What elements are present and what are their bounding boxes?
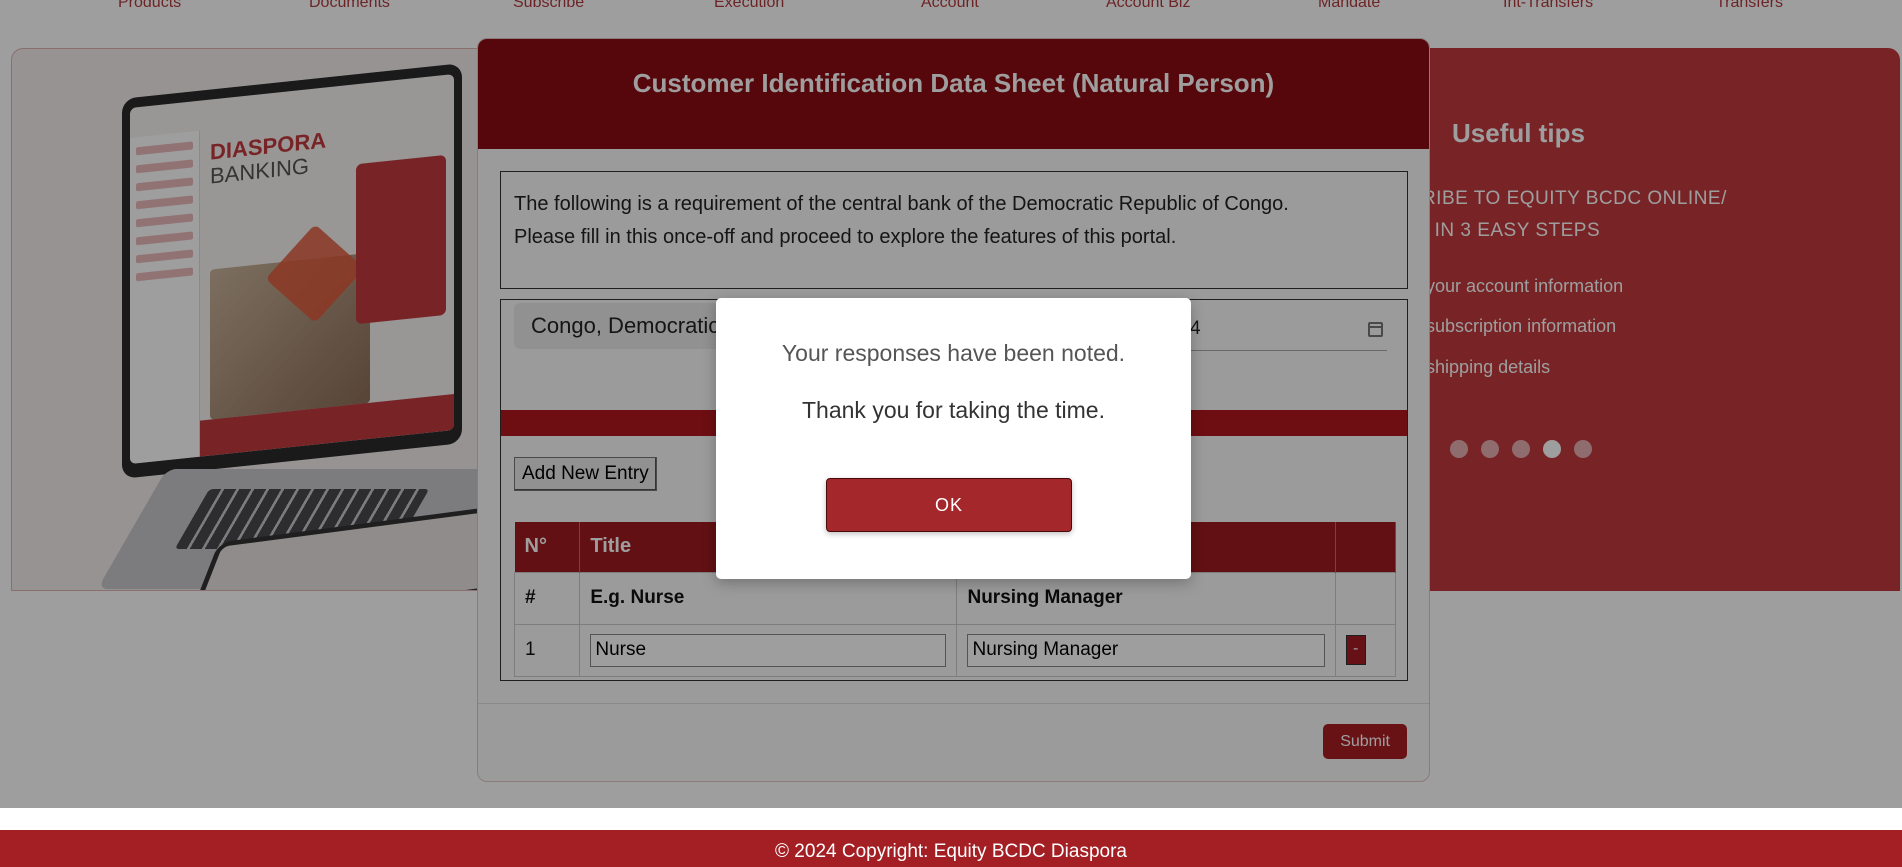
dialog-thanks: Thank you for taking the time. bbox=[802, 397, 1105, 423]
dialog-message: Your responses have been noted. bbox=[781, 340, 1126, 366]
confirmation-dialog: Your responses have been noted. Thank yo… bbox=[716, 298, 1191, 579]
page-footer: © 2024 Copyright: Equity BCDC Diaspora bbox=[0, 830, 1902, 867]
ok-button[interactable]: OK bbox=[826, 478, 1072, 532]
